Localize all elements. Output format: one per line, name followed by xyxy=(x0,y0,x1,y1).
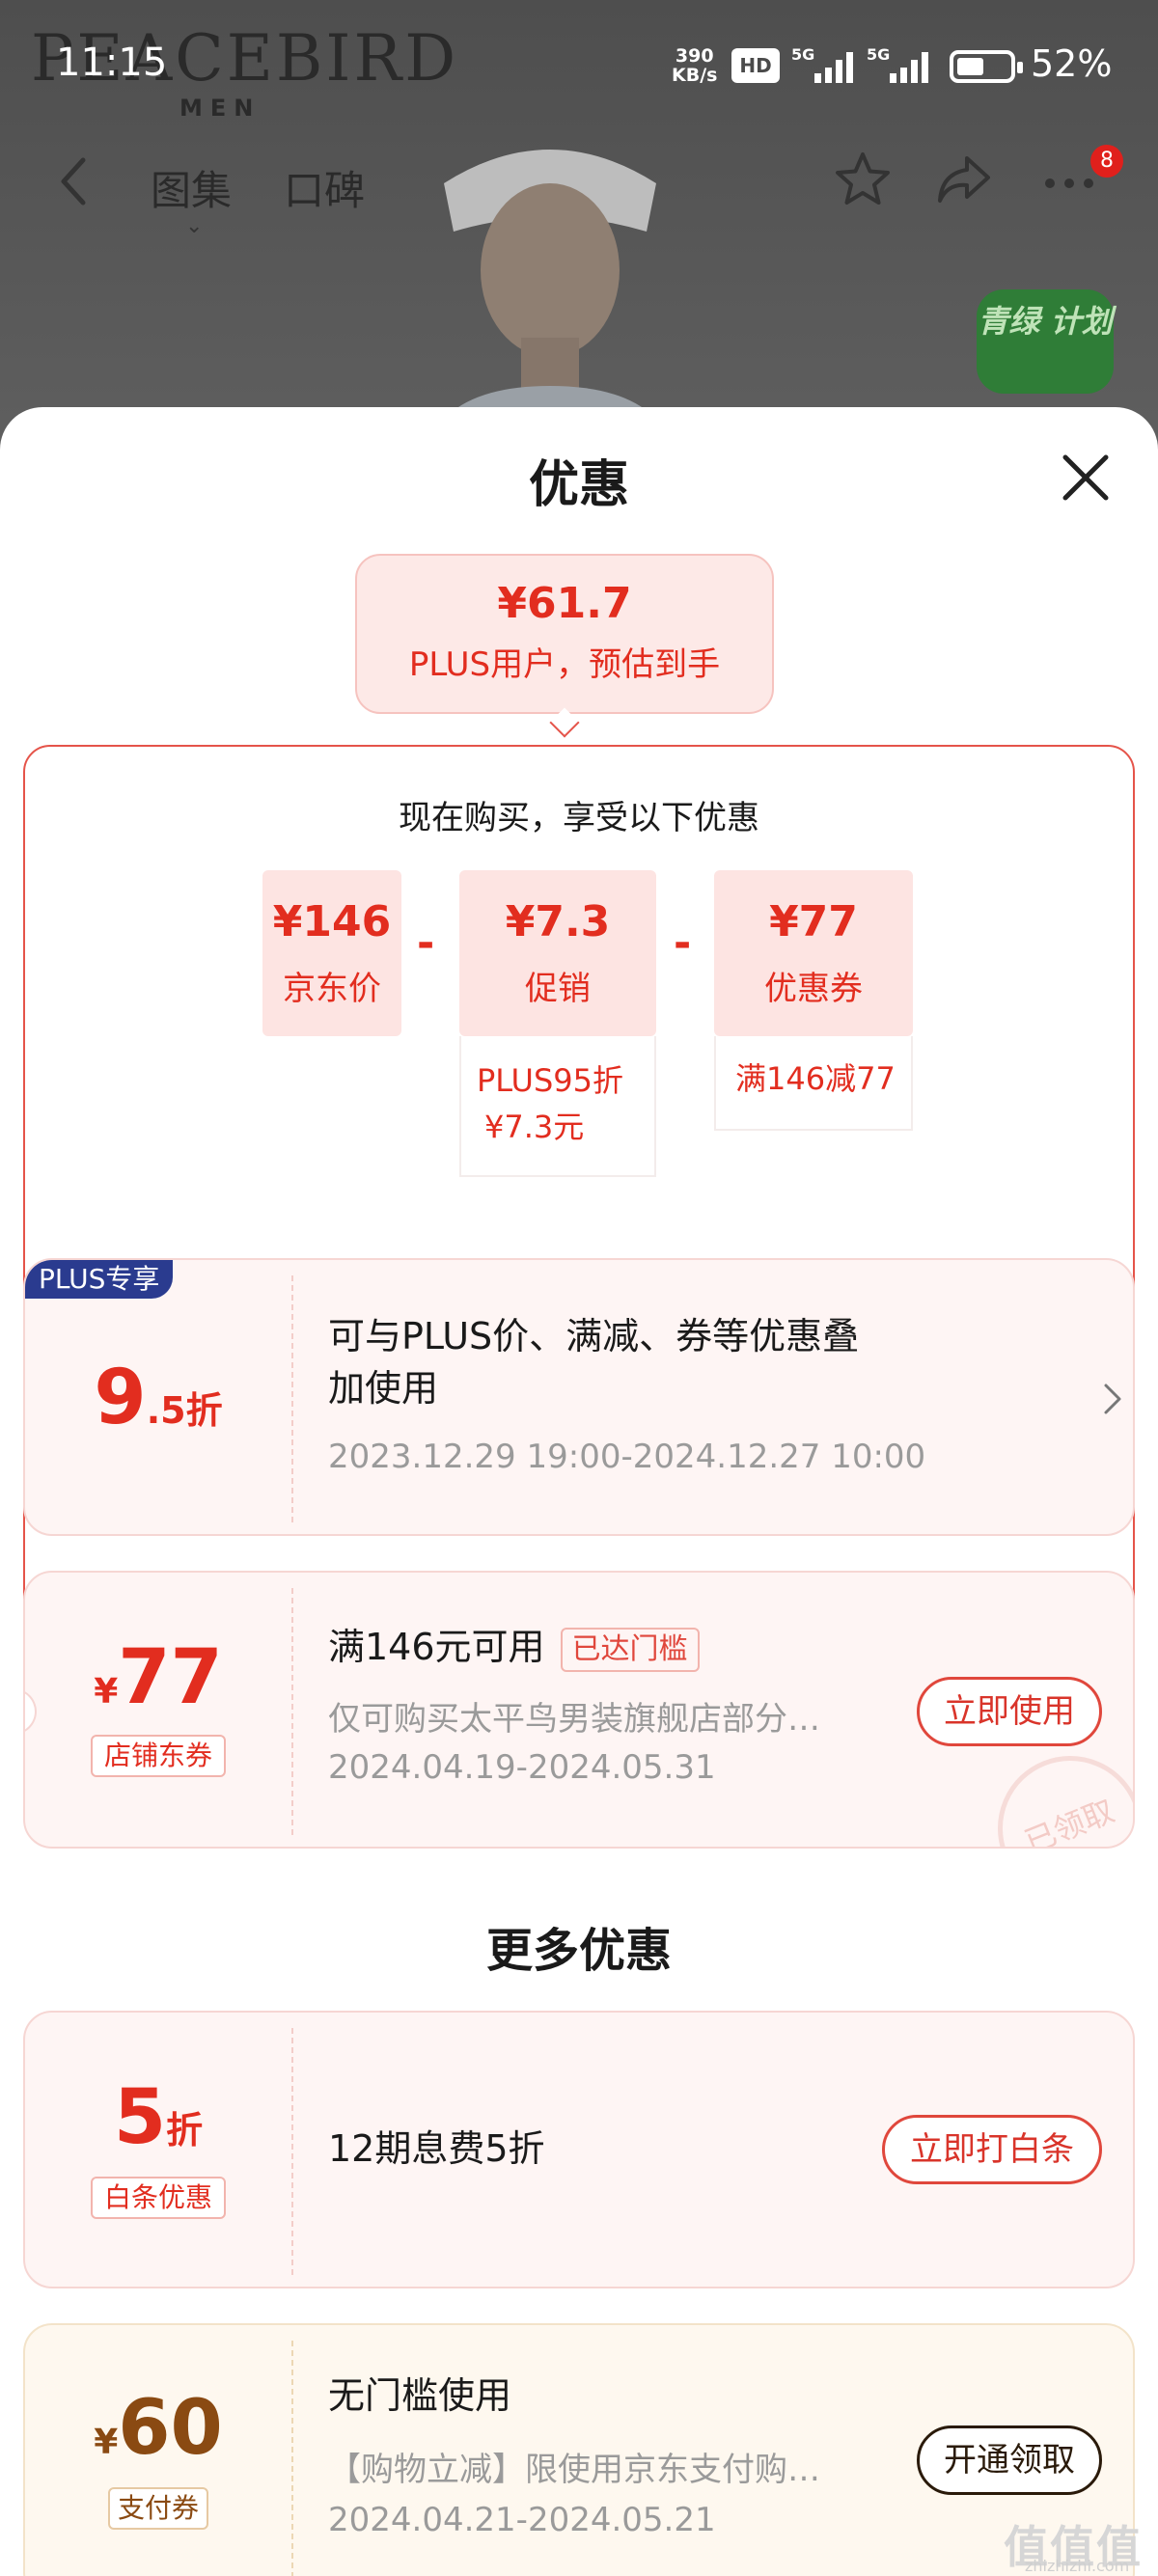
store-coupon-value: 77 xyxy=(118,1634,223,1721)
coupon-divider xyxy=(291,2028,293,2275)
status-bar: 11:15 390 KB/s HD 5G 5G 52% xyxy=(0,0,1158,135)
back-arrow-icon[interactable] xyxy=(54,152,93,210)
promotion-note-line-1: PLUS95折 xyxy=(477,1062,623,1099)
signal-icon-2: 5G xyxy=(867,45,928,83)
store-coupon-title-row: 满146元可用 已达门槛 xyxy=(328,1621,700,1673)
close-icon[interactable] xyxy=(1058,450,1114,506)
baitiao-type-tag: 白条优惠 xyxy=(91,2177,226,2219)
message-count-badge: 8 xyxy=(1090,145,1123,178)
baitiao-offer-card: 5折 白条优惠 12期息费5折 立即打白条 xyxy=(23,2011,1135,2288)
plus-discount-date: 2023.12.29 19:00-2024.12.27 10:00 xyxy=(328,1438,926,1476)
claimed-stamp: 已领取 xyxy=(976,1734,1133,1847)
coupon-label: 优惠券 xyxy=(764,970,863,1008)
store-coupon-date: 2024.04.19-2024.05.31 xyxy=(328,1748,716,1787)
estimated-price: ¥61.7 xyxy=(497,579,632,628)
threshold-met-badge: 已达门槛 xyxy=(560,1627,700,1672)
promotion-note-line-2: ¥7.3元 xyxy=(484,1109,585,1145)
share-icon[interactable] xyxy=(932,149,994,210)
coupon-divider xyxy=(291,1275,293,1522)
jd-price-value: ¥146 xyxy=(272,897,392,946)
payment-coupon-card: ¥60 支付券 无门槛使用 【购物立减】限使用京东支付购… 2024.04.21… xyxy=(23,2323,1135,2576)
payment-coupon-type-tag: 支付券 xyxy=(108,2487,208,2530)
battery-level-fill xyxy=(957,58,983,75)
payment-coupon-value: 60 xyxy=(118,2385,223,2472)
coupon-divider xyxy=(291,2341,293,2576)
store-coupon-card: ¥77 店铺东券 满146元可用 已达门槛 仅可购买太平鸟男装旗舰店部分… 202… xyxy=(23,1571,1135,1849)
plus-discount-amount: 9.5折 xyxy=(25,1355,291,1441)
svg-text:5G: 5G xyxy=(867,45,890,64)
payment-coupon-title: 无门槛使用 xyxy=(328,2374,512,2417)
signal-icon: 5G xyxy=(791,45,853,83)
store-coupon-type-tag: 店铺东券 xyxy=(91,1735,226,1777)
plus-discount-main: 9 xyxy=(94,1355,147,1441)
hd-icon: HD xyxy=(731,48,780,83)
battery-percent: 52% xyxy=(1031,42,1113,85)
plus-discount-sub: .5折 xyxy=(146,1389,223,1432)
status-time: 11:15 xyxy=(56,41,168,85)
green-plan-badge[interactable]: 青绿 计划 xyxy=(977,289,1114,394)
plus-discount-title: 可与PLUS价、满减、券等优惠叠 加使用 xyxy=(328,1310,859,1414)
coupon-cell: ¥77 优惠券 xyxy=(714,870,913,1036)
more-offers-heading: 更多优惠 xyxy=(485,1924,672,1978)
plus-discount-title-line-1: 可与PLUS价、满减、券等优惠叠 xyxy=(328,1315,860,1357)
star-favorite-icon[interactable] xyxy=(832,149,894,210)
payment-coupon-desc: 【购物立减】限使用京东支付购… xyxy=(328,2451,820,2489)
battery-icon xyxy=(950,50,1023,83)
open-baitiao-button[interactable]: 立即打白条 xyxy=(882,2115,1102,2184)
baitiao-discount-amount: 5折 xyxy=(25,2074,291,2161)
estimated-price-label: PLUS用户，预估到手 xyxy=(408,645,721,684)
promotion-cell: ¥7.3 促销 xyxy=(459,870,656,1036)
baitiao-discount-sub: 折 xyxy=(166,2109,204,2151)
network-speed-unit: KB/s xyxy=(672,65,718,86)
jd-price-cell: ¥146 京东价 xyxy=(262,870,401,1036)
promotion-note: PLUS95折 ¥7.3元 xyxy=(459,1036,656,1177)
jd-price-label: 京东价 xyxy=(283,970,381,1008)
payment-coupon-date: 2024.04.21-2024.05.21 xyxy=(328,2501,716,2539)
site-watermark-url: zhizhizhi.com xyxy=(1025,2557,1130,2575)
store-coupon-currency: ¥ xyxy=(94,1672,119,1712)
baitiao-discount-main: 5 xyxy=(113,2074,167,2161)
store-coupon-amount: ¥77 xyxy=(25,1634,291,1721)
plus-discount-title-line-2: 加使用 xyxy=(328,1367,439,1410)
tab-active-indicator: ⌄ xyxy=(185,214,204,238)
tab-gallery[interactable]: 图集 xyxy=(151,158,232,217)
network-speed-value: 390 xyxy=(675,45,714,67)
coupon-note: 满146减77 xyxy=(714,1036,913,1131)
plus-exclusive-tag: PLUS专享 xyxy=(25,1260,174,1299)
network-speed: 390 KB/s xyxy=(672,46,717,85)
tab-reviews[interactable]: 口碑 xyxy=(284,158,365,217)
estimated-price-box: ¥61.7 PLUS用户，预估到手 xyxy=(355,554,774,714)
promotion-value: ¥7.3 xyxy=(505,897,611,946)
activate-claim-button[interactable]: 开通领取 xyxy=(917,2425,1102,2495)
use-now-button[interactable]: 立即使用 xyxy=(917,1677,1102,1746)
coupon-divider xyxy=(291,1588,293,1835)
minus-sign-2: - xyxy=(674,918,692,968)
chevron-right-icon[interactable] xyxy=(1102,1382,1123,1416)
discount-sheet: 优惠 ¥61.7 PLUS用户，预估到手 现在购买，享受以下优惠 ¥146 京东… xyxy=(0,407,1158,2576)
store-coupon-desc: 仅可购买太平鸟男装旗舰店部分… xyxy=(328,1700,820,1739)
coupon-value: ¥77 xyxy=(769,897,858,946)
coupon-note-line-1: 满146减77 xyxy=(735,1060,896,1097)
promotion-label: 促销 xyxy=(525,970,591,1008)
store-coupon-title: 满146元可用 xyxy=(328,1626,545,1668)
svg-text:5G: 5G xyxy=(791,45,814,64)
product-nav-bar: 图集 ⌄ 口碑 8 xyxy=(0,145,1158,238)
plus-discount-card[interactable]: PLUS专享 9.5折 可与PLUS价、满减、券等优惠叠 加使用 2023.12… xyxy=(23,1258,1135,1536)
sheet-title: 优惠 xyxy=(528,456,629,514)
payment-coupon-amount: ¥60 xyxy=(25,2385,291,2472)
baitiao-title: 12期息费5折 xyxy=(328,2127,545,2170)
payment-coupon-currency: ¥ xyxy=(94,2423,119,2462)
minus-sign: - xyxy=(417,918,435,968)
breakdown-heading: 现在购买，享受以下优惠 xyxy=(399,799,759,837)
